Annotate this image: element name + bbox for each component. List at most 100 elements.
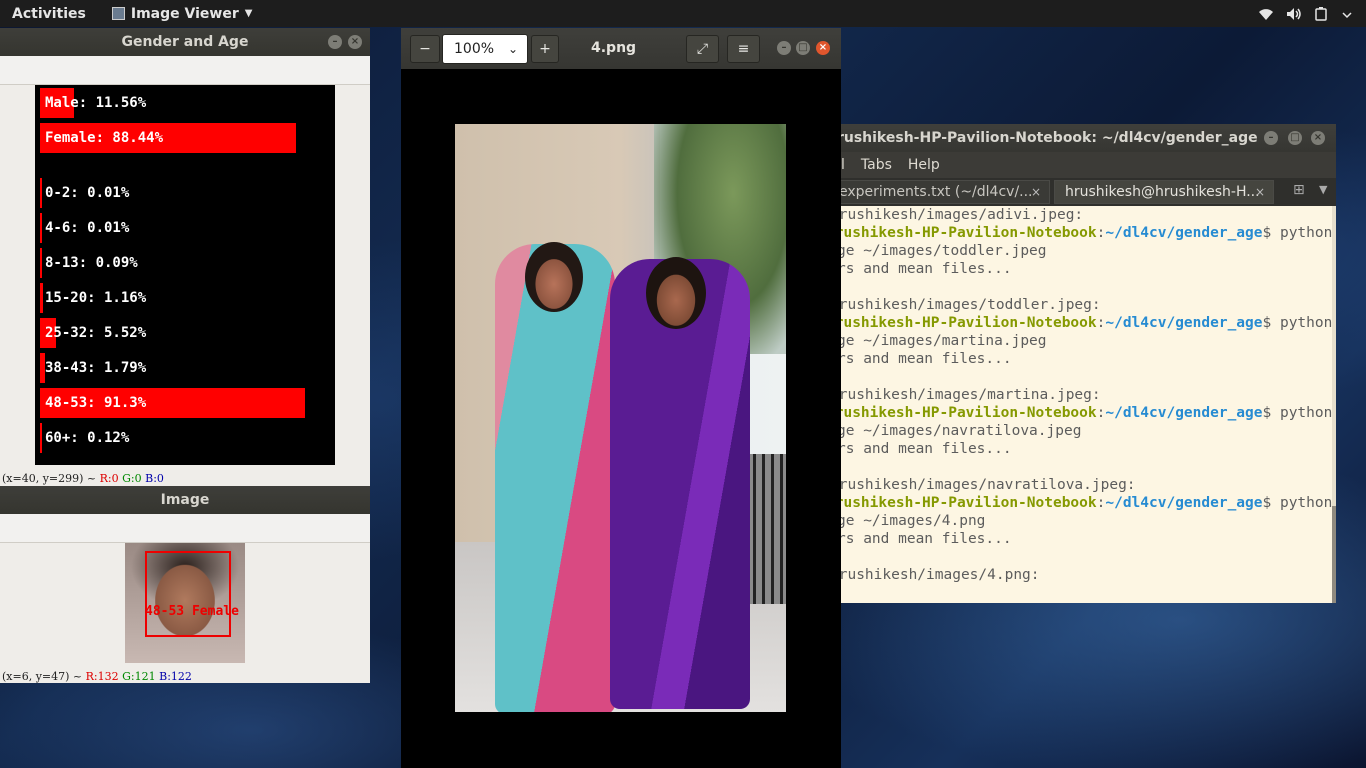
prompt-command: $ python [1262, 315, 1333, 331]
window-title: Image [160, 492, 210, 508]
probability-label: 60+: 0.12% [45, 430, 130, 446]
volume-icon [1287, 7, 1301, 20]
terminal-line: ge ~/images/navratilova.jpeg [841, 422, 1336, 440]
terminal-line: rs and mean files... [841, 350, 1336, 368]
probability-bar [40, 423, 42, 453]
terminal-line: ge ~/images/martina.jpeg [841, 332, 1336, 350]
fullscreen-icon[interactable]: ⤢ [686, 35, 719, 63]
terminal-menubar: l Tabs Help [841, 152, 1336, 178]
zoom-out-button[interactable]: − [410, 35, 440, 63]
probability-bar [40, 213, 42, 243]
output-text: ge ~/images/navratilova.jpeg [841, 423, 1082, 439]
output-text: rs and mean files... [841, 531, 1012, 547]
prompt-path: ~/dl4cv/gender_age [1105, 315, 1263, 331]
prompt-user: hrushikesh-HP-Pavilion-Notebook [841, 315, 1097, 331]
tab-experiments[interactable]: experiments.txt (~/dl4cv/... × [841, 180, 1050, 204]
prompt-command: $ python [1262, 405, 1333, 421]
photo-face [646, 257, 706, 329]
new-tab-icon[interactable]: ⊞ [1293, 182, 1305, 198]
terminal-line: hrushikesh/images/toddler.jpeg: [841, 296, 1336, 314]
terminal-scrollbar[interactable] [1332, 206, 1336, 603]
zoom-in-button[interactable]: + [531, 35, 559, 63]
chevron-down-icon[interactable]: ▼ [1319, 183, 1327, 196]
terminal-output[interactable]: hrushikesh/images/adivi.jpeg: hrushikesh-… [841, 206, 1336, 584]
power-menu-icon [1342, 11, 1352, 18]
output-text: hrushikesh/images/navratilova.jpeg: [841, 477, 1136, 493]
face-prediction-label: 48-53 Female [145, 604, 239, 619]
terminal-line: ge ~/images/toddler.jpeg [841, 242, 1336, 260]
pixel-status-bar: (x=40, y=299) ~ R:0 G:0 B:0 [2, 472, 164, 485]
output-text: rs and mean files... [841, 261, 1012, 277]
face-image-titlebar[interactable]: Image [0, 486, 370, 514]
terminal-line: hrushikesh/images/navratilova.jpeg: [841, 476, 1336, 494]
tab-label: experiments.txt (~/dl4cv/... [841, 184, 1033, 200]
output-text: rs and mean files... [841, 351, 1012, 367]
tab-shell[interactable]: hrushikesh@hrushikesh-H... × [1054, 180, 1274, 204]
terminal-line: rs and mean files... [841, 260, 1336, 278]
status-red: R:132 [85, 670, 119, 683]
prompt-path: ~/dl4cv/gender_age [1105, 225, 1263, 241]
status-red: R:0 [99, 472, 119, 485]
terminal-line: rs and mean files... [841, 530, 1336, 548]
close-button[interactable]: × [1311, 131, 1325, 145]
prompt-path: ~/dl4cv/gender_age [1105, 405, 1263, 421]
terminal-line: ge ~/images/4.png [841, 512, 1336, 530]
gender-age-titlebar[interactable]: Gender and Age – × [0, 28, 370, 56]
probability-label: 0-2: 0.01% [45, 185, 130, 201]
system-tray[interactable] [1258, 0, 1352, 27]
close-button[interactable]: × [816, 41, 830, 55]
probability-label: Male: 11.56% [45, 95, 147, 111]
terminal-titlebar[interactable]: hrushikesh-HP-Pavilion-Notebook: ~/dl4cv… [841, 124, 1336, 152]
menu-item[interactable]: Help [908, 152, 940, 178]
menu-item[interactable]: l [841, 152, 845, 178]
photo-face [525, 242, 583, 312]
prompt-user: hrushikesh-HP-Pavilion-Notebook [841, 495, 1097, 511]
minimize-button[interactable]: – [777, 41, 791, 55]
close-icon[interactable]: × [1255, 181, 1265, 203]
window-title: Gender and Age [121, 34, 249, 50]
terminal-tabbar: experiments.txt (~/dl4cv/... × hrushikes… [841, 178, 1336, 206]
probability-bar [40, 248, 42, 278]
prompt-command: $ python [1262, 225, 1333, 241]
status-coords: (x=40, y=299) ~ [2, 472, 97, 485]
terminal-line: hrushikesh-HP-Pavilion-Notebook:~/dl4cv/… [841, 314, 1336, 332]
window-toolbar [0, 56, 370, 85]
window-toolbar [0, 514, 370, 543]
status-green: G:121 [122, 670, 156, 683]
terminal-line: hrushikesh-HP-Pavilion-Notebook:~/dl4cv/… [841, 494, 1336, 512]
terminal-line: hrushikesh/images/martina.jpeg: [841, 386, 1336, 404]
hamburger-menu-icon[interactable]: ≡ [727, 35, 760, 63]
probability-label: 48-53: 91.3% [45, 395, 147, 411]
output-text: hrushikesh/images/4.png: [841, 567, 1040, 583]
output-text: ge ~/images/martina.jpeg [841, 333, 1047, 349]
app-menu[interactable]: Image Viewer ▼ [111, 6, 252, 22]
maximize-button[interactable]: □ [796, 41, 810, 55]
menu-item[interactable]: Tabs [861, 152, 892, 178]
probability-label: 38-43: 1.79% [45, 360, 147, 376]
close-icon[interactable]: × [1031, 181, 1041, 203]
zoom-level-combo[interactable]: 100% ⌄ [442, 34, 528, 64]
face-crop-image: 48-53 Female [125, 543, 245, 663]
terminal-window: hrushikesh-HP-Pavilion-Notebook: ~/dl4cv… [841, 124, 1336, 603]
prompt-command: $ python [1262, 495, 1333, 511]
displayed-photo [455, 124, 786, 712]
probability-label: 15-20: 1.16% [45, 290, 147, 306]
close-button[interactable]: × [348, 35, 362, 49]
minimize-button[interactable]: – [328, 35, 342, 49]
maximize-button[interactable]: □ [1288, 131, 1302, 145]
activities-button[interactable]: Activities [0, 6, 98, 22]
minimize-button[interactable]: – [1264, 131, 1278, 145]
tab-label: hrushikesh@hrushikesh-H... [1065, 184, 1260, 200]
viewer-headerbar[interactable]: − 100% ⌄ + 4.png ⤢ ≡ – □ × [401, 28, 841, 69]
status-coords: (x=6, y=47) ~ [2, 670, 83, 683]
output-text: ge ~/images/toddler.jpeg [841, 243, 1047, 259]
probability-label: 8-13: 0.09% [45, 255, 138, 271]
terminal-line: hrushikesh-HP-Pavilion-Notebook:~/dl4cv/… [841, 224, 1336, 242]
scrollbar-thumb[interactable] [1332, 506, 1336, 603]
gender-age-window: Gender and Age – × Male: 11.56% Female: 8… [0, 28, 370, 486]
battery-icon [1315, 6, 1327, 21]
